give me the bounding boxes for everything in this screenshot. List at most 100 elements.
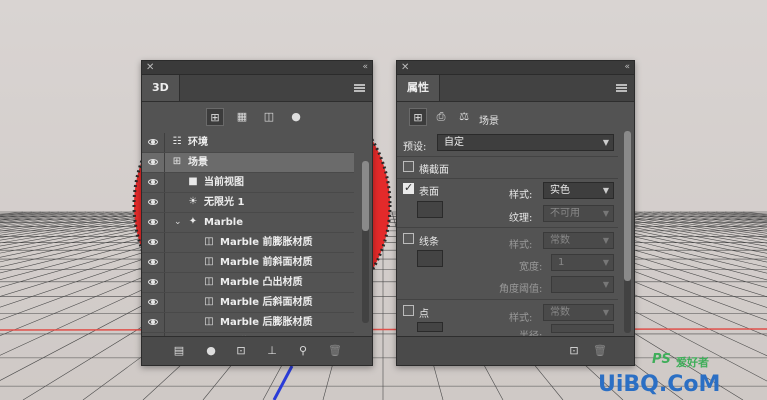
layer-row[interactable]: ◫ Marble 后斜面材质 <box>142 293 354 313</box>
visibility-eye-icon[interactable] <box>142 193 165 212</box>
layer-row-label: 无限光 1 <box>204 197 245 208</box>
new-constraint-icon[interactable]: ⚲ <box>296 344 310 358</box>
3d-panel-titlebar[interactable]: ✕ « <box>142 61 372 75</box>
visibility-eye-icon[interactable] <box>142 293 165 312</box>
surface-style-select[interactable]: 实色 ▼ <box>543 182 614 199</box>
tab-3d[interactable]: 3D <box>142 75 180 101</box>
mesh-filter-icon[interactable]: ▦ <box>233 108 251 126</box>
surface-label: 表面 <box>419 187 439 198</box>
panel-menu-icon[interactable] <box>354 84 365 92</box>
camera-icon: ■ <box>188 176 198 187</box>
line-style-select[interactable]: 常数 ▼ <box>543 232 614 249</box>
collapse-icon[interactable]: « <box>624 61 630 74</box>
panel-menu-icon[interactable] <box>616 84 627 92</box>
width-value: 1 <box>558 257 565 268</box>
texture-select[interactable]: 不可用 ▼ <box>543 205 614 222</box>
render-icon[interactable]: ⊡ <box>234 344 248 358</box>
material-icon: ◫ <box>204 236 214 247</box>
collapse-icon[interactable]: « <box>362 61 368 74</box>
watermark-ps: PS <box>652 352 671 367</box>
layer-row-label: Marble 凸出材质 <box>220 277 303 288</box>
layer-row[interactable]: ◫ Marble 前斜面材质 <box>142 253 354 273</box>
scene-icon: ⊞ <box>172 156 182 167</box>
point-label: 点 <box>419 309 429 320</box>
layer-row[interactable]: ☷ 环境 <box>142 133 354 153</box>
point-color-swatch[interactable] <box>417 322 443 332</box>
camera-view-icon[interactable]: ⎙ <box>432 108 450 126</box>
layer-row[interactable]: ◫ Marble 后膨胀材质 <box>142 313 354 333</box>
divider <box>397 178 618 179</box>
layer-list-scrollbar[interactable] <box>362 161 369 323</box>
material-icon: ◫ <box>204 316 214 327</box>
material-filter-icon[interactable]: ◫ <box>260 108 278 126</box>
layer-row[interactable]: ◫ Marble 前膨胀材质 <box>142 233 354 253</box>
preset-value: 自定 <box>444 137 464 148</box>
preset-label: 预设: <box>403 142 427 153</box>
3d-panel: ✕ « 3D ⊞ ▦ ◫ ● ☷ 环境 ⊞ 场景 ■ 当前视图 ☀ 无限光 1 ⌄ ✦ Marble… <box>141 60 373 366</box>
visibility-eye-icon[interactable] <box>142 313 165 332</box>
tab-properties[interactable]: 属性 <box>397 75 440 101</box>
infinite-light-icon: ☀ <box>188 196 198 207</box>
divider <box>397 156 618 157</box>
layer-list-scrollthumb[interactable] <box>362 161 369 231</box>
width-select[interactable]: 1 ▼ <box>551 254 614 271</box>
layer-row-label: Marble 前膨胀材质 <box>220 237 313 248</box>
line-label: 线条 <box>419 237 439 248</box>
watermark-cn: 爱好者 <box>676 356 709 369</box>
drop-to-plane-icon[interactable]: ⊥ <box>265 344 279 358</box>
trash-icon[interactable]: 🗑 <box>328 344 342 358</box>
properties-scrollthumb[interactable] <box>624 131 631 281</box>
trash-icon[interactable]: 🗑 <box>593 344 607 358</box>
layer-row[interactable]: ■ 当前视图 <box>142 173 354 193</box>
line-checkbox[interactable] <box>403 233 414 244</box>
angle-threshold-select[interactable]: ▼ <box>551 276 614 293</box>
preset-select[interactable]: 自定 ▼ <box>437 134 614 151</box>
scene-icon[interactable]: ⊞ <box>409 108 427 126</box>
close-icon[interactable]: ✕ <box>146 61 154 74</box>
layer-row-label: Marble 后斜面材质 <box>220 297 313 308</box>
3d-canvas[interactable] <box>0 0 767 400</box>
line-style-value: 常数 <box>550 235 570 246</box>
visibility-eye-icon[interactable] <box>142 253 165 272</box>
material-icon: ◫ <box>204 256 214 267</box>
texture-value: 不可用 <box>550 208 580 219</box>
surface-checkbox[interactable] <box>403 181 414 194</box>
layer-row[interactable]: ⊞ 场景 <box>142 153 354 173</box>
visibility-eye-icon[interactable] <box>142 213 165 232</box>
chevron-down-icon: ▼ <box>602 258 609 267</box>
line-style-label: 样式: <box>509 240 533 251</box>
expand-chevron-icon[interactable]: ⌄ <box>174 213 182 232</box>
layer-row[interactable]: ☀ 无限光 1 <box>142 193 354 213</box>
watermark-brand: UiBQ.CoM <box>598 372 721 397</box>
ground-axis-red <box>0 328 767 331</box>
3d-filter-toolbar: ⊞ ▦ ◫ ● <box>142 102 372 132</box>
layer-row[interactable]: ⌄ ✦ Marble <box>142 213 354 233</box>
close-icon[interactable]: ✕ <box>401 61 409 74</box>
chevron-down-icon: ▼ <box>602 236 609 245</box>
properties-header-label: 场景 <box>479 116 499 127</box>
visibility-eye-icon[interactable] <box>142 133 165 152</box>
radius-select[interactable] <box>551 324 614 333</box>
cross-section-checkbox[interactable] <box>403 161 414 172</box>
properties-titlebar[interactable]: ✕ « <box>397 61 634 75</box>
properties-scrollbar[interactable] <box>624 131 631 333</box>
visibility-eye-icon[interactable] <box>142 153 165 172</box>
point-style-value: 常数 <box>550 307 570 318</box>
coordinates-icon[interactable]: ⚖ <box>455 108 473 126</box>
visibility-eye-icon[interactable] <box>142 233 165 252</box>
divider <box>397 227 618 228</box>
light-filter-icon[interactable]: ● <box>287 108 305 126</box>
surface-style-value: 实色 <box>550 185 570 196</box>
add-light-icon[interactable]: ● <box>204 344 218 358</box>
3d-panel-tabbar: 3D <box>142 75 372 102</box>
point-style-select[interactable]: 常数 ▼ <box>543 304 614 321</box>
surface-color-swatch[interactable] <box>417 201 443 218</box>
visibility-eye-icon[interactable] <box>142 273 165 292</box>
visibility-eye-icon[interactable] <box>142 173 165 192</box>
point-checkbox[interactable] <box>403 305 414 316</box>
render-icon[interactable]: ⊡ <box>567 344 581 358</box>
line-color-swatch[interactable] <box>417 250 443 267</box>
new-mesh-icon[interactable]: ▤ <box>172 344 186 358</box>
scene-filter-icon[interactable]: ⊞ <box>206 108 224 126</box>
layer-row[interactable]: ◫ Marble 凸出材质 <box>142 273 354 293</box>
